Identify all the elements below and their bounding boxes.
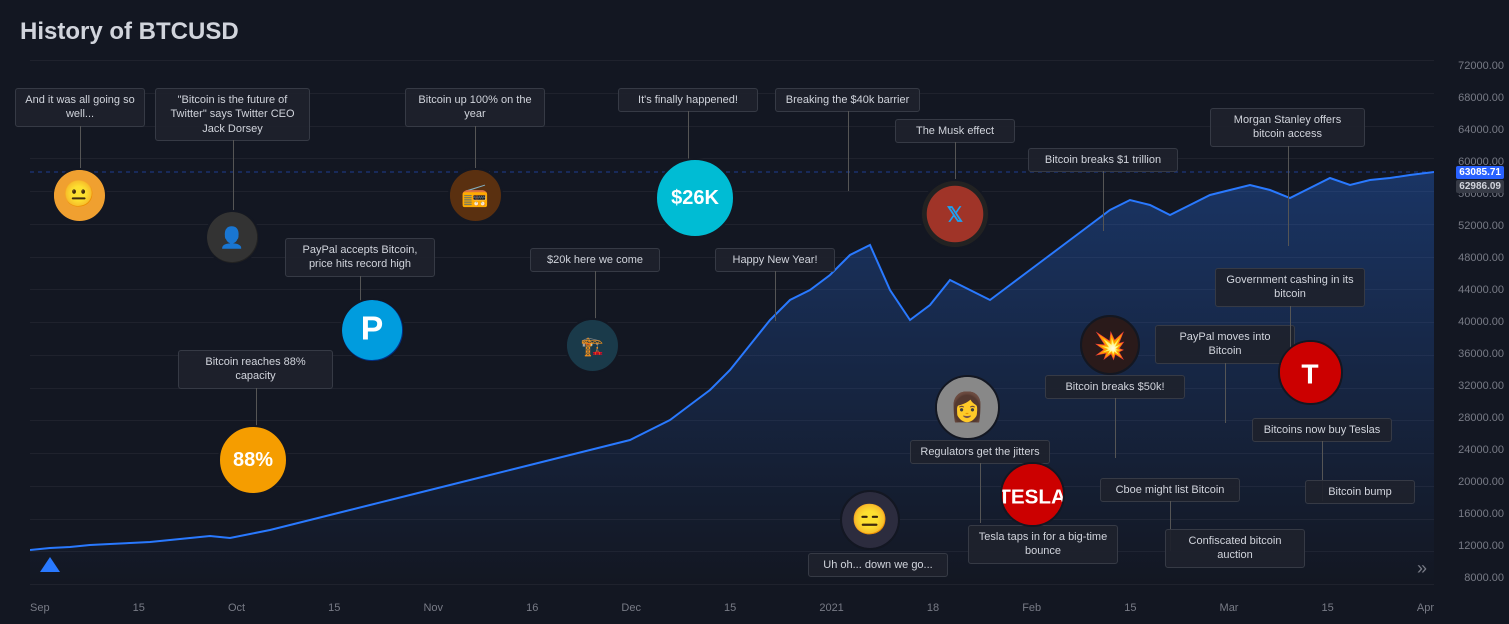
musk-twitter-icon: 𝕏 (920, 179, 990, 249)
nav-arrow[interactable]: » (1417, 558, 1427, 579)
svg-text:💥: 💥 (1094, 330, 1127, 361)
y-axis: 72000.00 68000.00 64000.00 60000.00 5600… (1439, 60, 1509, 584)
chart-container: History of BTCUSD 72000.00 68000.00 6400… (0, 0, 1509, 624)
svg-text:TESLA: TESLA (1002, 485, 1063, 508)
tesla-logo: TESLA (1000, 462, 1065, 527)
svg-text:👤: 👤 (219, 225, 244, 249)
sad-icon: 😑 (840, 490, 900, 550)
ann2-icon: 👤 (205, 210, 260, 265)
svg-text:📻: 📻 (461, 182, 489, 207)
svg-text:P: P (361, 309, 384, 347)
svg-text:𝕏: 𝕏 (947, 204, 964, 227)
ann1-icon: 😐 (52, 168, 107, 223)
ann3-icon: 📻 (448, 168, 503, 223)
svg-text:T: T (1301, 358, 1318, 389)
paypal-icon: P (340, 298, 405, 363)
page-title: History of BTCUSD (20, 18, 239, 46)
svg-text:🏗️: 🏗️ (580, 335, 603, 357)
current-price-label: 63085.71 (1456, 166, 1504, 179)
tesla-t-icon: T (1278, 340, 1343, 405)
x-axis: Sep 15 Oct 15 Nov 16 Dec 15 2021 18 Feb … (30, 602, 1434, 614)
88pct-icon: 88% (218, 425, 288, 495)
ann5-icon: 🏗️ (565, 318, 620, 373)
tradingview-logo (35, 552, 65, 582)
50k-icon: 💥 (1080, 315, 1140, 375)
26k-icon: $26K (655, 158, 735, 238)
svg-text:😐: 😐 (63, 178, 95, 208)
svg-text:👩: 👩 (950, 390, 985, 423)
svg-text:😑: 😑 (851, 502, 888, 536)
yellen-icon: 👩 (935, 375, 1000, 440)
price-chart (30, 60, 1434, 584)
secondary-price-label: 62986.09 (1456, 180, 1504, 193)
